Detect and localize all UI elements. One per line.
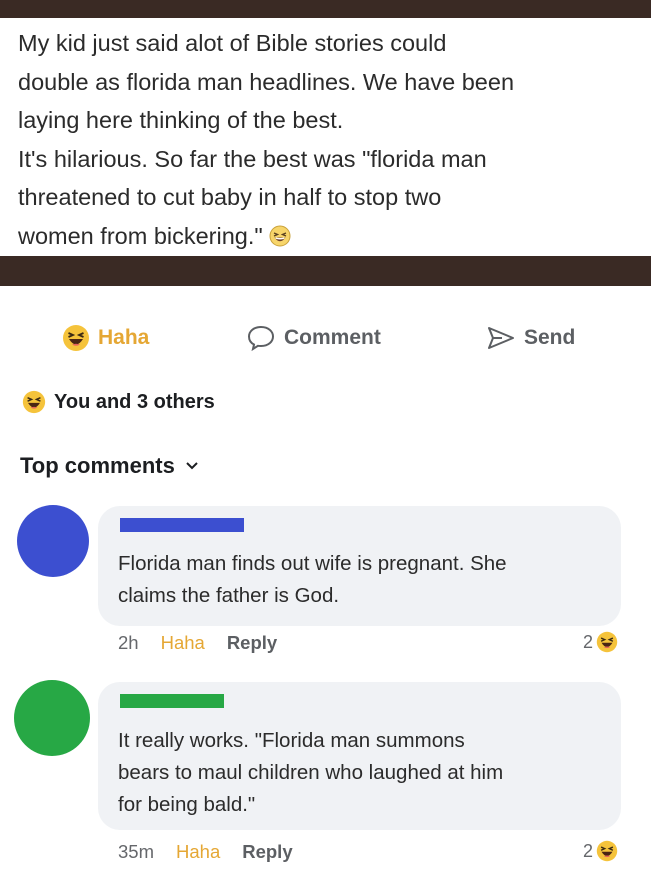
comment-line: for being bald." [118,793,256,816]
comment-reaction-count[interactable]: 2 [583,840,618,862]
comment-haha-button[interactable]: Haha [176,841,220,863]
reactions-summary[interactable]: You and 3 others [22,390,215,414]
haha-icon [596,840,618,862]
comment-button[interactable]: Comment [246,318,381,358]
top-comments-sort[interactable]: Top comments [20,453,199,479]
haha-label: Haha [98,326,150,349]
post-line: laying here thinking of the best. [18,107,344,133]
comment-line: Florida man finds out wife is pregnant. … [118,552,507,575]
top-comments-label: Top comments [20,453,175,478]
send-icon [486,324,516,352]
top-dark-bar [0,0,651,18]
send-button[interactable]: Send [486,318,575,358]
post-line: It's hilarious. So far the best was "flo… [18,145,487,172]
commenter-name[interactable] [120,694,224,708]
commenter-name[interactable] [120,518,244,532]
post-line: threatened to cut baby in half to stop t… [18,184,442,210]
comment-line: It really works. "Florida man summons [118,729,465,752]
comment-reply-button[interactable]: Reply [227,632,277,654]
chevron-down-icon [185,461,199,471]
reaction-count-number: 2 [583,631,594,652]
comment-line: claims the father is God. [118,584,340,607]
comment-icon [246,324,276,352]
comment-haha-button[interactable]: Haha [161,632,205,654]
post-line-text: women from bickering." [18,222,263,249]
reactions-text: You and 3 others [54,390,215,413]
send-label: Send [524,326,576,349]
avatar[interactable] [14,680,90,756]
comment-text: It really works. "Florida man summons be… [118,725,608,821]
post-line: My kid just said alot of Bible stories c… [18,30,447,56]
comment-time[interactable]: 35m [118,841,154,863]
post-line: double as florida man headlines. We have… [18,68,515,95]
bottom-dark-bar [0,256,651,286]
comment-reaction-count[interactable]: 2 [583,631,618,653]
post-text: My kid just said alot of Bible stories c… [18,24,638,255]
comment-meta: 2h Haha Reply [118,632,299,654]
post-action-bar: Haha Comment Send [0,318,651,358]
avatar[interactable] [17,505,89,577]
haha-icon [596,631,618,653]
comment-text: Florida man finds out wife is pregnant. … [118,548,608,612]
haha-icon [62,324,90,352]
reaction-count-number: 2 [583,840,594,861]
comment-time[interactable]: 2h [118,632,139,654]
laughing-emoji-icon [269,220,291,246]
comment-label: Comment [284,326,381,349]
comment-line: bears to maul children who laughed at hi… [118,761,504,784]
post-line-last: women from bickering." [18,217,638,256]
comment-reply-button[interactable]: Reply [242,841,292,863]
haha-icon [22,390,46,414]
haha-button[interactable]: Haha [62,318,149,358]
comment-meta: 35m Haha Reply [118,841,315,863]
